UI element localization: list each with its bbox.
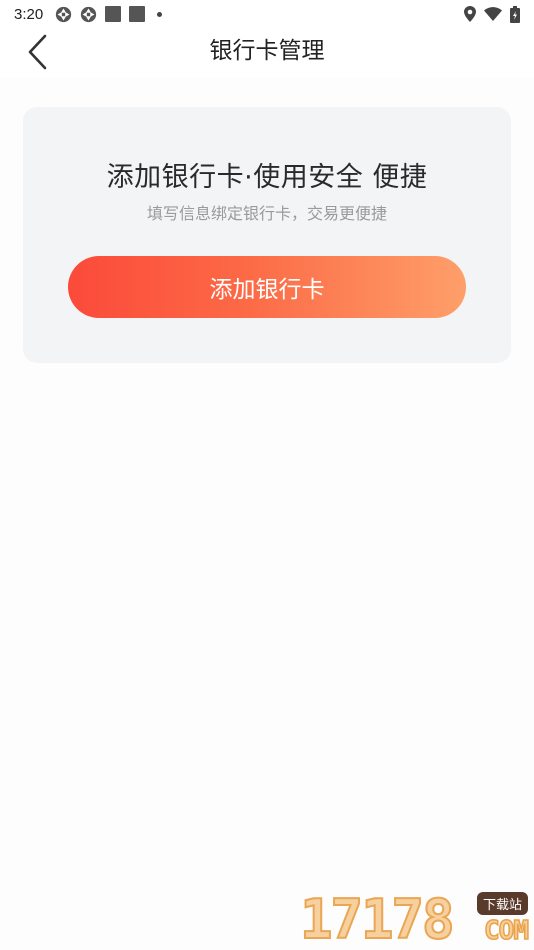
notification-square-icon: [105, 6, 122, 22]
page-title: 银行卡管理: [209, 38, 325, 64]
status-time: 3:20: [14, 5, 44, 23]
status-right: [464, 5, 520, 23]
watermark-digits: 17178: [299, 888, 456, 950]
add-bank-card-panel: 添加银行卡·使用安全 便捷 填写信息绑定银行卡，交易更便捷 添加银行卡: [23, 107, 511, 363]
watermark-logo: 17178 下载站 COM: [299, 888, 530, 950]
watermark-badge: 下载站: [476, 892, 528, 915]
location-icon: [464, 6, 476, 22]
card-subtitle: 填写信息绑定银行卡，交易更便捷: [146, 204, 387, 223]
shutter-icon: [55, 6, 72, 23]
notification-square-icon: [129, 6, 146, 22]
watermark-suffix: COM: [483, 915, 529, 947]
dot-icon: [157, 11, 163, 17]
app-header: 银行卡管理: [0, 28, 534, 78]
screen: 3:20 银行卡管理 添加银行卡·使用安全 便捷 填写信息绑定银行卡，交易更便捷…: [0, 0, 534, 950]
battery-icon: [510, 5, 520, 23]
status-left: 3:20: [14, 5, 163, 23]
card-title: 添加银行卡·使用安全 便捷: [106, 162, 428, 193]
status-bar: 3:20: [0, 0, 534, 28]
wifi-icon: [484, 7, 502, 21]
shutter-icon: [80, 6, 97, 23]
add-bank-card-button[interactable]: 添加银行卡: [68, 256, 466, 318]
